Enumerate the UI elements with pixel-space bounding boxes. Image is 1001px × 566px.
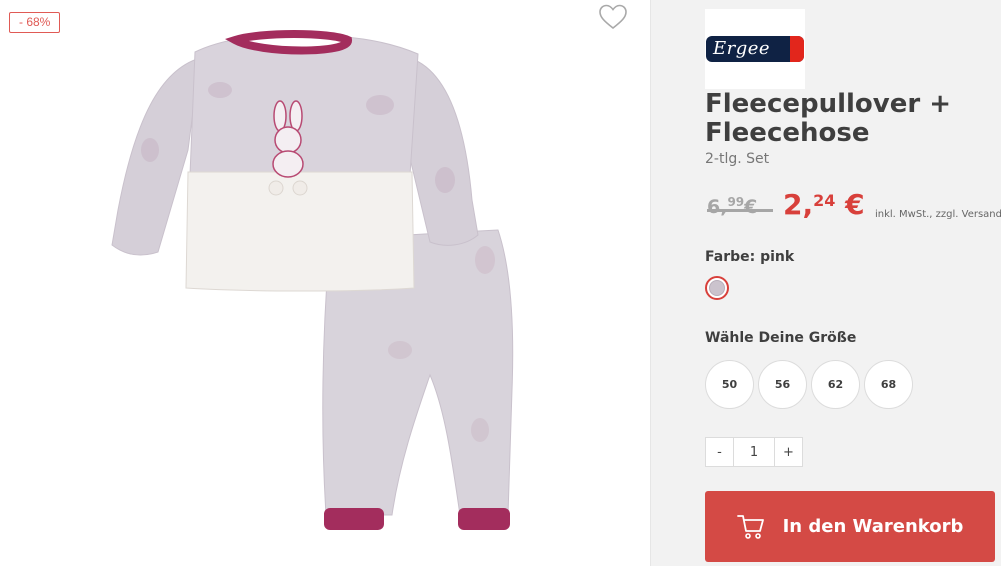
wishlist-button[interactable] <box>598 3 628 31</box>
current-price: 2,24 € <box>783 188 865 221</box>
swatch-fill <box>709 280 725 296</box>
brand-logo[interactable]: Ergee <box>705 9 805 89</box>
product-subtitle: 2-tlg. Set <box>705 151 770 167</box>
old-price: 6,99€ <box>707 195 774 218</box>
current-price-currency: € <box>845 188 865 221</box>
strikethrough-line <box>707 209 774 212</box>
vat-note: inkl. MwSt., zzgl. Versandkosten <box>875 209 1001 220</box>
old-price-main: 6, <box>707 196 728 218</box>
product-title: Fleecepullover + Fleecehose <box>705 89 952 148</box>
product-image-panel: - 68% <box>0 0 650 566</box>
quantity-decrease-button[interactable]: - <box>705 437 734 467</box>
size-label: Wähle Deine Größe <box>705 330 857 346</box>
price-row: 6,99€ 2,24 € inkl. MwSt., zzgl. Versandk… <box>705 188 1001 228</box>
color-swatch-pink[interactable] <box>705 276 729 300</box>
heart-icon <box>599 4 627 30</box>
size-options: 50 56 62 68 <box>705 360 913 409</box>
current-price-main: 2, <box>783 188 814 221</box>
brand-name: Ergee <box>713 38 771 59</box>
size-option-62[interactable]: 62 <box>811 360 860 409</box>
quantity-stepper: - 1 + <box>705 437 803 467</box>
ergee-logo: Ergee <box>706 36 804 62</box>
quantity-increase-button[interactable]: + <box>774 437 803 467</box>
logo-accent <box>790 36 804 62</box>
quantity-input[interactable]: 1 <box>734 437 774 467</box>
product-image <box>111 30 514 530</box>
color-label: Farbe: pink <box>705 249 795 265</box>
shopping-cart-icon <box>736 514 765 540</box>
old-price-cents: 99 <box>727 195 745 209</box>
product-info-panel: Ergee Fleecepullover + Fleecehose 2-tlg.… <box>650 0 1001 566</box>
add-to-cart-button[interactable]: In den Warenkorb <box>705 491 995 562</box>
discount-badge: - 68% <box>9 12 61 33</box>
add-to-cart-label: In den Warenkorb <box>782 516 964 537</box>
old-price-currency: € <box>744 196 758 218</box>
size-option-50[interactable]: 50 <box>705 360 754 409</box>
size-option-68[interactable]: 68 <box>864 360 913 409</box>
size-option-56[interactable]: 56 <box>758 360 807 409</box>
current-price-cents: 24 <box>813 191 836 210</box>
